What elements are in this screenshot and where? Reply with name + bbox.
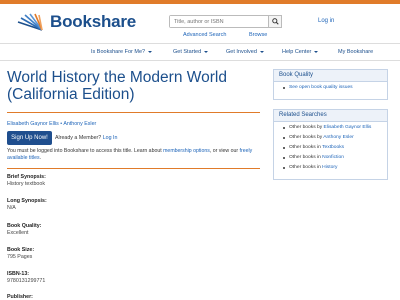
list-item: See open book quality issues [283, 85, 382, 91]
book-quality-value: Excellent [7, 230, 29, 236]
search-input[interactable] [170, 16, 268, 27]
related-prefix: Other books in [289, 145, 323, 150]
member-prompt: Already a Member? Log In [55, 135, 117, 141]
top-accent-bar [0, 0, 400, 4]
list-item: Other books by Anthony Esler [283, 135, 382, 141]
browse-link[interactable]: Browse [249, 32, 267, 38]
book-fan-icon [17, 13, 43, 31]
brief-synopsis-value: History textbook [7, 181, 45, 187]
author-link[interactable]: Elisabeth Gaynor Ellis [7, 121, 59, 127]
related-link[interactable]: Elisabeth Gaynor Ellis [324, 125, 372, 130]
related-prefix: Other books in [289, 155, 323, 160]
chevron-down-icon [148, 51, 153, 53]
related-searches-panel: Related Searches Other books by Elisabet… [273, 109, 388, 180]
sign-up-button[interactable]: Sign Up Now! [7, 131, 52, 145]
related-link[interactable]: Textbooks [322, 145, 344, 150]
notice-text: , or view our [209, 148, 240, 154]
nav-item-get-started[interactable]: Get Started [173, 49, 209, 55]
related-link[interactable]: History [322, 165, 337, 170]
advanced-search-link[interactable]: Advanced Search [183, 32, 226, 38]
quality-issues-link[interactable]: See open book quality issues [289, 85, 353, 90]
quality-list: See open book quality issues [274, 82, 387, 99]
book-authors: Elisabeth Gaynor Ellis • Anthony Esler [7, 121, 96, 127]
login-link[interactable]: Log in [318, 18, 334, 24]
nav-label: Help Center [282, 49, 312, 55]
related-link[interactable]: Nonfiction [322, 155, 344, 160]
related-prefix: Other books by [289, 125, 324, 130]
book-title: World History the Modern World (Californ… [7, 69, 227, 103]
panel-title: Related Searches [274, 110, 387, 122]
nav-label: Get Involved [226, 49, 257, 55]
related-list: Other books by Elisabeth Gaynor Ellis Ot… [274, 122, 387, 179]
member-login-link[interactable]: Log In [103, 135, 118, 141]
author-link[interactable]: Anthony Esler [63, 121, 96, 127]
notice-text: . [39, 155, 42, 161]
publisher-label: Publisher: [7, 294, 33, 300]
list-item: Other books by Elisabeth Gaynor Ellis [283, 125, 382, 131]
book-size-label: Book Size: [7, 247, 35, 253]
long-synopsis-label: Long Synopsis: [7, 198, 47, 204]
logo-text: Bookshare [50, 12, 137, 31]
book-size-value: 795 Pages [7, 254, 33, 260]
access-notice: You must be logged into Bookshare to acc… [7, 148, 262, 162]
related-prefix: Other books by [289, 135, 324, 140]
nav-item-my-bookshare[interactable]: My Bookshare [338, 49, 373, 55]
isbn-label: ISBN-13: [7, 271, 30, 277]
chevron-down-icon [204, 51, 209, 53]
content-divider [7, 168, 260, 169]
list-item: Other books in History [283, 165, 382, 171]
search-button[interactable] [269, 15, 282, 28]
nav-label: Is Bookshare For Me? [91, 49, 146, 55]
nav-item-is-bookshare-for-me[interactable]: Is Bookshare For Me? [91, 49, 153, 55]
nav-item-get-involved[interactable]: Get Involved [226, 49, 264, 55]
search-field-wrapper [169, 15, 269, 28]
chevron-down-icon [314, 51, 319, 53]
brief-synopsis-label: Brief Synopsis: [7, 174, 46, 180]
nav-label: Get Started [173, 49, 202, 55]
search-icon [271, 18, 279, 25]
chevron-down-icon [259, 51, 264, 53]
panel-title: Book Quality [274, 70, 387, 82]
list-item: Other books in Textbooks [283, 145, 382, 151]
isbn-value: 9780131299771 [7, 278, 46, 284]
bookshare-logo[interactable]: Bookshare [12, 12, 136, 32]
nav-item-help-center[interactable]: Help Center [282, 49, 319, 55]
long-synopsis-value: N/A [7, 205, 16, 211]
membership-options-link[interactable]: membership options [163, 148, 210, 154]
notice-text: You must be logged into Bookshare to acc… [7, 148, 164, 154]
nav-label: My Bookshare [338, 49, 374, 55]
member-text: Already a Member? [55, 135, 102, 141]
related-prefix: Other books in [289, 165, 323, 170]
main-nav: Is Bookshare For Me? Get Started Get Inv… [0, 43, 400, 61]
book-quality-panel: Book Quality See open book quality issue… [273, 69, 388, 100]
list-item: Other books in Nonfiction [283, 155, 382, 161]
related-link[interactable]: Anthony Esler [323, 135, 353, 140]
book-quality-label: Book Quality: [7, 223, 42, 229]
title-divider [7, 112, 260, 113]
